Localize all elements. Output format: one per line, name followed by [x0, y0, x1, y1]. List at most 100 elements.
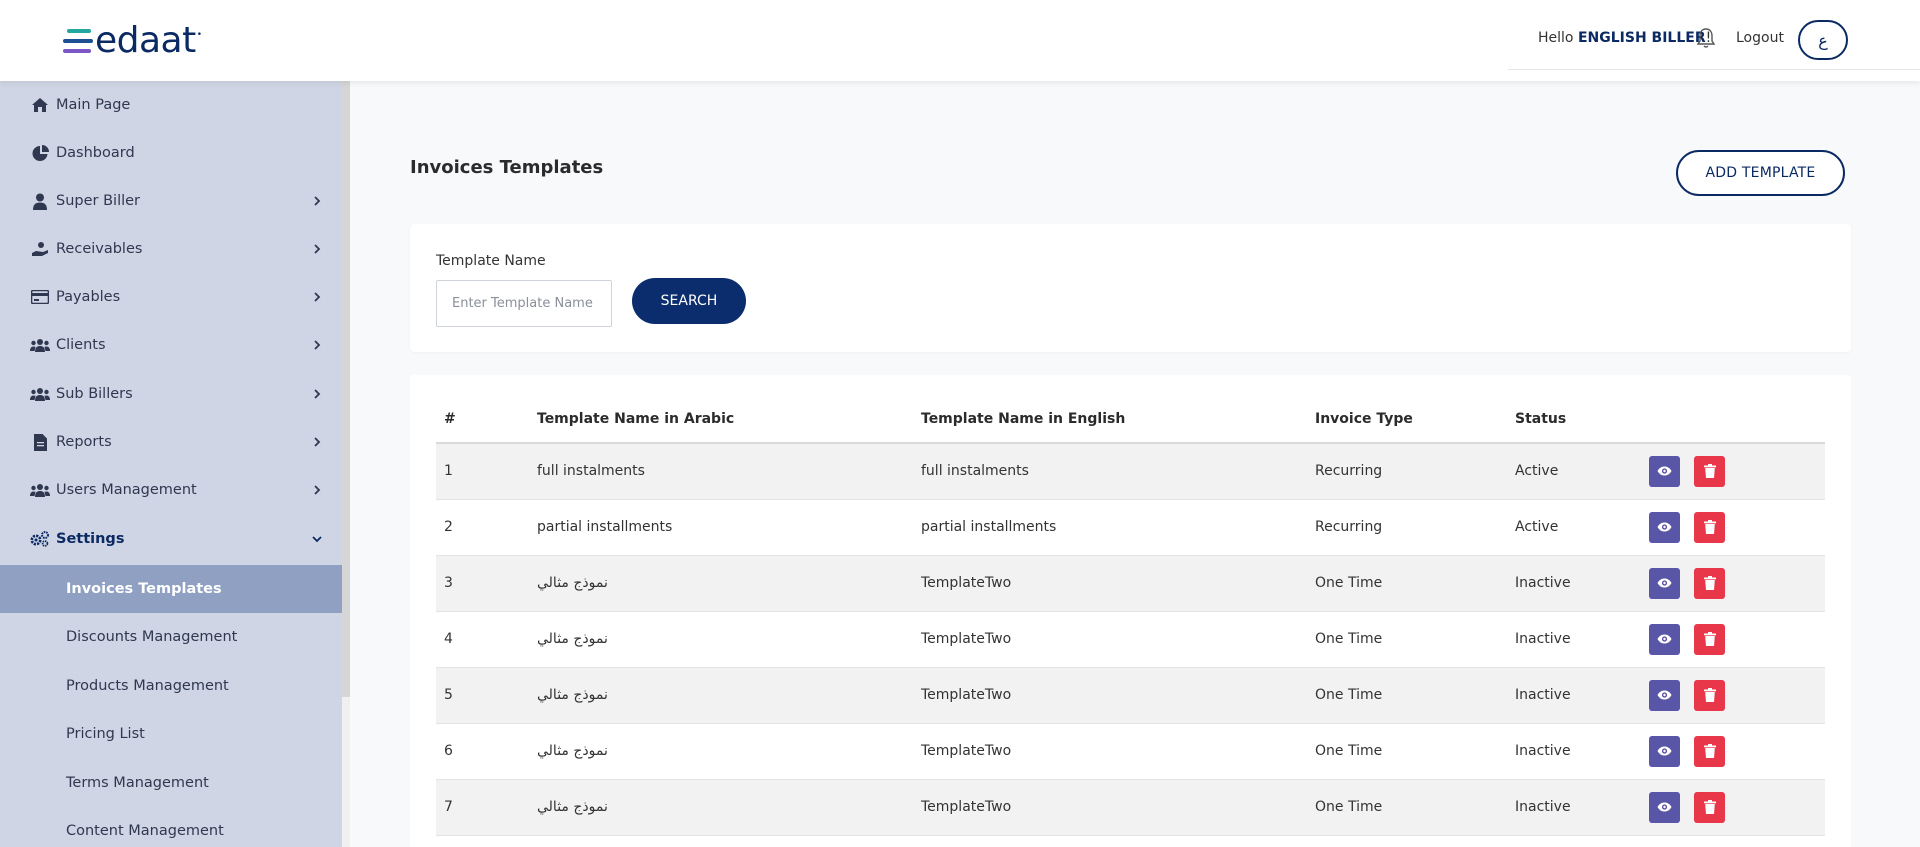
status-cell: Inactive: [1507, 723, 1641, 780]
view-button[interactable]: [1649, 455, 1680, 487]
delete-button[interactable]: [1694, 735, 1725, 767]
actions-cell: [1641, 667, 1825, 724]
delete-button[interactable]: [1694, 567, 1725, 599]
table-row: 7 نموذج مثالي TemplateTwo One Time Inactive: [436, 779, 1825, 836]
table-row: 1 full instalments full instalments Recurri…: [436, 443, 1825, 500]
sidebar-item-label: Settings: [56, 531, 125, 547]
add-template-button[interactable]: ADD TEMPLATE: [1676, 150, 1845, 196]
status-cell: Active: [1507, 499, 1641, 556]
chevron-right-icon: [314, 389, 321, 399]
sidebar-item-label: Main Page: [56, 97, 131, 113]
row-actions: [1649, 623, 1817, 655]
english-name-cell: TemplateTwo: [913, 723, 1307, 780]
sidebar-subitem-label: Terms Management: [66, 775, 209, 791]
sidebar-scrollbar-track[interactable]: [342, 697, 350, 847]
english-name-cell: TemplateTwo: [913, 611, 1307, 668]
delete-button[interactable]: [1694, 455, 1725, 487]
sidebar-item-label: Sub Billers: [56, 386, 133, 402]
english-name-cell: full instalments: [913, 443, 1307, 500]
column-header: Invoice Type: [1307, 395, 1507, 444]
sidebar-item-dashboard[interactable]: Dashboard: [0, 129, 342, 177]
chevron-right-icon: [314, 196, 321, 206]
row-actions: [1649, 567, 1817, 599]
status-cell: Inactive: [1507, 611, 1641, 668]
sidebar-subitem-content-management[interactable]: Content Management: [0, 807, 342, 847]
view-button[interactable]: [1649, 511, 1680, 543]
row-actions: [1649, 511, 1817, 543]
sidebar-item-label: Clients: [56, 337, 106, 353]
sidebar-item-reports[interactable]: Reports: [0, 418, 342, 466]
view-button[interactable]: [1649, 791, 1680, 823]
delete-button[interactable]: [1694, 511, 1725, 543]
eye-icon: [1657, 466, 1672, 476]
status-cell: Inactive: [1507, 779, 1641, 836]
language-toggle-button[interactable]: ع: [1798, 20, 1848, 60]
arabic-name-cell: نموذج مثالي: [529, 667, 913, 724]
sidebar-item-label: Receivables: [56, 241, 143, 257]
view-button[interactable]: [1649, 567, 1680, 599]
sidebar-subitem-pricing-list[interactable]: Pricing List: [0, 710, 342, 758]
sidebar-item-main-page[interactable]: Main Page: [0, 81, 342, 129]
sidebar-item-users-management[interactable]: Users Management: [0, 466, 342, 514]
chevron-right-icon: [314, 340, 321, 350]
templates-table-card: # Template Name in Arabic Template Name …: [410, 375, 1851, 847]
english-name-cell: TemplateTwo: [913, 779, 1307, 836]
delete-button[interactable]: [1694, 679, 1725, 711]
table-row: 2 partial installments partial installment…: [436, 499, 1825, 556]
actions-cell: [1641, 555, 1825, 612]
eye-icon: [1657, 522, 1672, 532]
sidebar-subitem-products-management[interactable]: Products Management: [0, 662, 342, 710]
delete-button[interactable]: [1694, 791, 1725, 823]
table-row: 5 نموذج مثالي TemplateTwo One Time Inactive: [436, 667, 1825, 724]
invoice-type-cell: One Time: [1307, 723, 1507, 780]
sidebar-item-clients[interactable]: Clients: [0, 321, 342, 369]
row-actions: [1649, 735, 1817, 767]
sidebar-scrollbar-thumb[interactable]: [342, 81, 350, 697]
page-title: Invoices Templates: [410, 157, 604, 178]
sidebar-subitem-label: Invoices Templates: [66, 581, 222, 597]
users-icon: [30, 384, 50, 404]
search-button[interactable]: SEARCH: [632, 278, 746, 324]
column-header: #: [436, 395, 529, 444]
sidebar-item-label: Dashboard: [56, 145, 135, 161]
template-name-input[interactable]: [436, 280, 612, 327]
eye-icon: [1657, 578, 1672, 588]
sidebar-subitem-discounts-management[interactable]: Discounts Management: [0, 613, 342, 661]
eye-icon: [1657, 802, 1672, 812]
english-name-cell: partial installments: [913, 499, 1307, 556]
view-button[interactable]: [1649, 735, 1680, 767]
view-button[interactable]: [1649, 623, 1680, 655]
sidebar-subitem-terms-management[interactable]: Terms Management: [0, 759, 342, 807]
invoice-type-cell: Recurring: [1307, 443, 1507, 500]
actions-cell: [1641, 443, 1825, 500]
bell-icon[interactable]: [1696, 27, 1716, 49]
sidebar-item-receivables[interactable]: Receivables: [0, 225, 342, 273]
status-cell: Active: [1507, 443, 1641, 500]
english-name-cell: TemplateTwo: [913, 555, 1307, 612]
row-number-cell: 6: [436, 723, 529, 780]
arabic-name-cell: نموذج مثالي: [529, 611, 913, 668]
logout-link[interactable]: Logout: [1736, 30, 1784, 46]
delete-button[interactable]: [1694, 623, 1725, 655]
sidebar-item-super-biller[interactable]: Super Biller: [0, 177, 342, 225]
row-number-cell: 3: [436, 555, 529, 612]
arabic-name-cell: نموذج مثالي: [529, 779, 913, 836]
view-button[interactable]: [1649, 679, 1680, 711]
sidebar-item-settings[interactable]: Settings: [0, 515, 342, 563]
logo-text: edaat: [95, 20, 196, 61]
table-row: 6 نموذج مثالي TemplateTwo One Time Inactive: [436, 723, 1825, 780]
status-cell: Inactive: [1507, 555, 1641, 612]
user-name: ENGLISH BILLER: [1577, 30, 1706, 46]
arabic-name-cell: نموذج مثالي: [529, 555, 913, 612]
arabic-name-cell: partial installments: [529, 499, 913, 556]
trash-icon: [1703, 576, 1716, 590]
template-name-label: Template Name: [436, 253, 546, 269]
edaat-logo[interactable]: edaat •: [61, 22, 202, 60]
sidebar-subitem-label: Products Management: [66, 678, 229, 694]
sidebar-subitem-label: Pricing List: [66, 726, 145, 742]
invoice-type-cell: One Time: [1307, 667, 1507, 724]
sidebar-subitem-invoices-templates[interactable]: Invoices Templates: [0, 565, 342, 613]
hand-coin-icon: [30, 239, 50, 259]
sidebar-item-payables[interactable]: Payables: [0, 273, 342, 321]
sidebar-item-sub-billers[interactable]: Sub Billers: [0, 370, 342, 418]
